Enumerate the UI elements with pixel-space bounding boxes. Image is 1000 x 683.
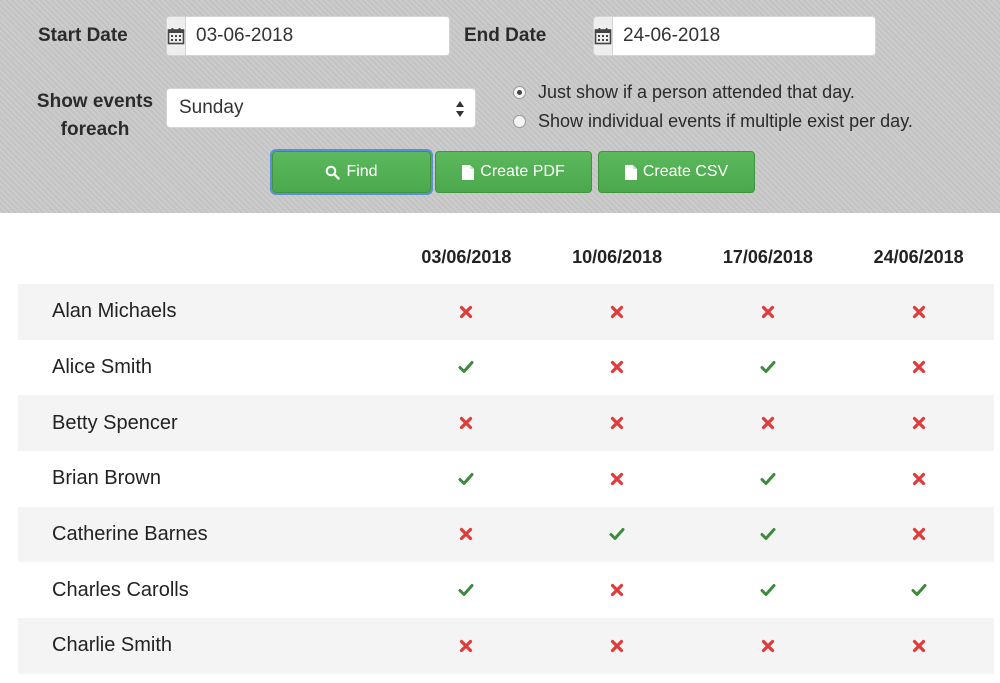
day-select-value: Sunday [179,97,244,118]
start-date-input[interactable] [186,17,449,55]
person-name: Catherine Barnes [18,506,391,563]
absent-cross-icon [843,340,994,396]
absent-cross-icon [541,618,693,674]
date-column-header: 17/06/2018 [722,246,813,267]
person-name: Alan Michaels [18,284,391,340]
calendar-icon[interactable] [594,17,613,55]
absent-cross-icon [843,395,994,452]
absent-cross-icon [843,618,994,674]
attended-check-icon [391,451,542,507]
table-row: Alan Michaels [18,284,994,340]
attended-check-icon [693,451,844,507]
find-button[interactable]: Find [272,151,431,193]
person-name: Betty Spencer [18,395,391,452]
file-icon [624,164,637,180]
file-icon [462,164,475,180]
date-column-header: 03/06/2018 [421,246,512,267]
create-pdf-button[interactable]: Create PDF [435,151,592,193]
table-row: Alice Smith [18,340,994,396]
person-name: Brian Brown [52,467,161,490]
absent-cross-icon [391,284,542,340]
attended-check-icon [843,562,994,618]
radio-individual-option[interactable]: Show individual events if multiple exist… [513,111,913,132]
absent-cross-icon [843,284,994,340]
absent-cross-icon [541,284,693,340]
start-date-label: Start Date [38,25,128,46]
start-date-field[interactable] [166,16,450,56]
absent-cross-icon [692,618,844,674]
end-date-input[interactable] [613,17,875,55]
attended-check-icon [391,340,542,396]
name-column-header [18,230,391,284]
attended-check-icon [692,506,844,563]
table-row: Catherine Barnes [18,506,994,563]
absent-cross-icon [542,340,693,396]
attendance-table: 03/06/2018 10/06/2018 17/06/2018 24/06/2… [18,230,994,674]
filter-panel: Start Date End Date [0,0,1000,213]
show-events-label-line2: foreach [60,119,130,140]
absent-cross-icon [692,284,844,340]
create-csv-button[interactable]: Create CSV [598,151,755,193]
end-date-field[interactable] [593,16,876,56]
table-row: Brian Brown [18,451,994,507]
attendance-body: Alan Michaels Alice Smith Betty Spencer Bri… [18,284,994,674]
end-date-label: End Date [464,25,547,46]
show-events-label-line1: Show events [36,91,154,112]
find-button-label: Find [346,163,378,180]
radio-button-checked[interactable] [513,86,526,99]
absent-cross-icon [843,506,994,563]
date-column-header: 10/06/2018 [572,246,663,267]
calendar-icon[interactable] [167,17,186,55]
absent-cross-icon [542,451,693,507]
table-row: Charles Carolls [18,562,994,618]
search-icon [326,165,341,180]
person-name: Alice Smith [52,356,153,379]
radio-attended-option[interactable]: Just show if a person attended that day. [513,82,855,103]
absent-cross-icon [692,395,844,452]
create-csv-label: Create CSV [642,163,729,180]
radio-individual-label: Show individual events if multiple exist… [538,111,913,131]
attended-check-icon [541,506,693,563]
attended-check-icon [391,562,542,618]
attended-check-icon [693,340,844,396]
radio-attended-label: Just show if a person attended that day. [538,82,855,102]
absent-cross-icon [542,562,693,618]
absent-cross-icon [391,395,542,452]
radio-button[interactable] [513,115,526,128]
show-events-label: Show events foreach [20,88,170,144]
absent-cross-icon [391,618,542,674]
date-column-header: 24/06/2018 [873,246,964,267]
person-name: Charlie Smith [18,618,391,674]
person-name: Charles Carolls [52,578,189,601]
day-select[interactable]: Sunday [166,88,476,128]
select-arrows-icon [456,101,464,117]
absent-cross-icon [391,506,542,563]
table-header-row: 03/06/2018 10/06/2018 17/06/2018 24/06/2… [18,230,994,284]
absent-cross-icon [843,451,994,507]
table-row: Betty Spencer [18,395,994,452]
table-row: Charlie Smith [18,618,994,674]
absent-cross-icon [541,395,693,452]
attended-check-icon [693,562,844,618]
create-pdf-label: Create PDF [480,163,565,180]
